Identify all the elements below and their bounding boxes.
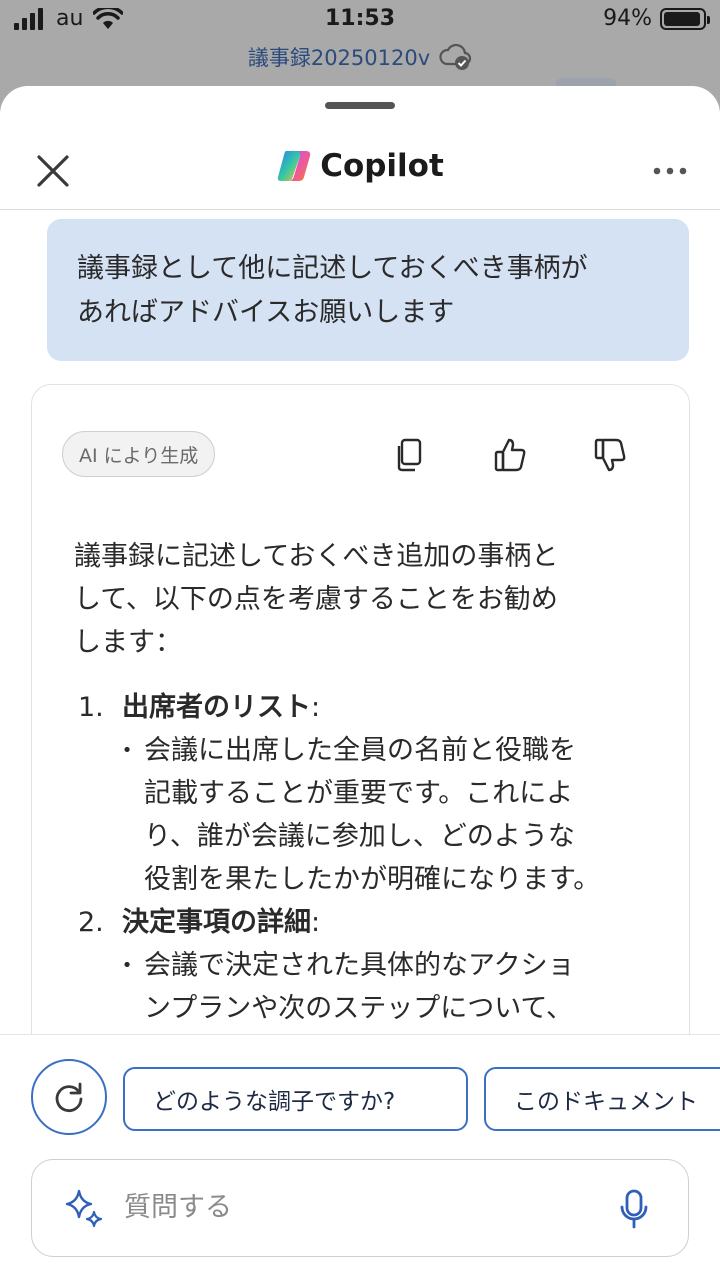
list-item: 2. 決定事項の詳細: [74, 901, 664, 944]
intro-line: 議事録に記述しておくべき追加の事柄と [74, 541, 559, 572]
bullet-line: 役割を果たしたかが明確になります。 [144, 864, 601, 895]
sparkle-icon [65, 1189, 103, 1228]
response-list: 1. 出席者のリスト: • 会議に出席した全員の名前と役職を 記載することが重要… [74, 686, 664, 1030]
bullet-icon: • [121, 740, 133, 761]
bullet-line: り、誰が会議に参加し、どのような [144, 821, 575, 852]
refresh-icon [55, 1082, 83, 1112]
copilot-brand: Copilot [0, 148, 720, 184]
intro-line: して、以下の点を考慮することをお勧め [74, 584, 558, 615]
thumbs-up-button[interactable] [488, 433, 532, 477]
list-sub-bullet: • 会議に出席した全員の名前と役職を 記載することが重要です。これによ り、誰が… [110, 729, 664, 901]
list-sub-bullet: • 会議で決定された具体的なアクショ ンプランや次のステップについて、 [110, 944, 664, 1030]
thumbs-down-button[interactable] [588, 433, 632, 477]
thumbs-down-icon [594, 438, 626, 472]
list-item: 1. 出席者のリスト: [74, 686, 664, 729]
list-item-title: 出席者のリスト [122, 692, 311, 723]
bullet-line: 記載することが重要です。これによ [144, 778, 574, 809]
bullet-icon: • [121, 955, 133, 976]
suggestion-chip[interactable]: このドキュメント [484, 1067, 720, 1131]
more-icon [653, 167, 687, 175]
thumbs-up-icon [494, 438, 526, 472]
bullet-line: 会議に出席した全員の名前と役職を [144, 735, 576, 766]
response-intro: 議事録に記述しておくべき追加の事柄と して、以下の点を考慮することをお勧め しま… [74, 535, 664, 664]
status-bar: au 11:53 94% [0, 0, 720, 40]
list-item-title: 決定事項の詳細 [122, 907, 311, 938]
document-title-bar: 議事録20250120v [0, 42, 720, 72]
battery-level [664, 11, 700, 26]
list-number: 1. [78, 692, 104, 723]
list-item-suffix: : [311, 907, 321, 938]
prompt-input[interactable] [124, 1182, 594, 1232]
sheet-grabber[interactable] [325, 102, 395, 109]
copy-icon [397, 438, 422, 472]
suggestion-chip[interactable]: どのような調子ですか? [123, 1067, 468, 1131]
ai-generated-badge: AI により生成 [62, 431, 216, 477]
copilot-sheet: Copilot 議事録として他に記述しておくべき事柄が あればアドバイスお願いし… [0, 86, 720, 1280]
list-item-suffix: : [311, 692, 321, 723]
intro-line: します： [74, 627, 182, 658]
new-topic-button[interactable] [31, 1059, 107, 1135]
microphone-button[interactable] [614, 1186, 654, 1232]
bullet-line: ンプランや次のステップについて、 [144, 993, 574, 1024]
document-title: 議事録20250120v [247, 46, 431, 70]
battery-percent: 94% [603, 6, 652, 31]
user-message: 議事録として他に記述しておくべき事柄が あればアドバイスお願いします [47, 219, 689, 361]
status-right: 94% [603, 6, 710, 31]
copilot-title: Copilot [320, 148, 444, 184]
more-options-button[interactable] [650, 156, 690, 186]
microphone-icon [620, 1189, 648, 1229]
battery-icon [660, 7, 710, 30]
response-body: 議事録に記述しておくべき追加の事柄と して、以下の点を考慮することをお勧め しま… [74, 535, 664, 1030]
list-number: 2. [78, 907, 104, 938]
cloud-synced-icon [439, 43, 472, 70]
user-message-line: 議事録として他に記述しておくべき事柄が [77, 253, 588, 284]
user-message-line: あればアドバイスお願いします [77, 297, 455, 328]
copilot-header: Copilot [0, 126, 720, 210]
prompt-box [31, 1159, 689, 1257]
screen: au 11:53 94% 議事録20250120v Copilot 議事録として… [0, 0, 720, 1280]
copilot-logo-icon [277, 151, 311, 181]
composer-area: どのような調子ですか? このドキュメント [0, 1034, 720, 1280]
bullet-line: 会議で決定された具体的なアクショ [144, 950, 575, 981]
ai-response-card: AI により生成 議事録に記述しておくべき追加の事柄と して、以下の点を考慮する… [31, 384, 690, 1104]
copy-button[interactable] [388, 433, 432, 477]
